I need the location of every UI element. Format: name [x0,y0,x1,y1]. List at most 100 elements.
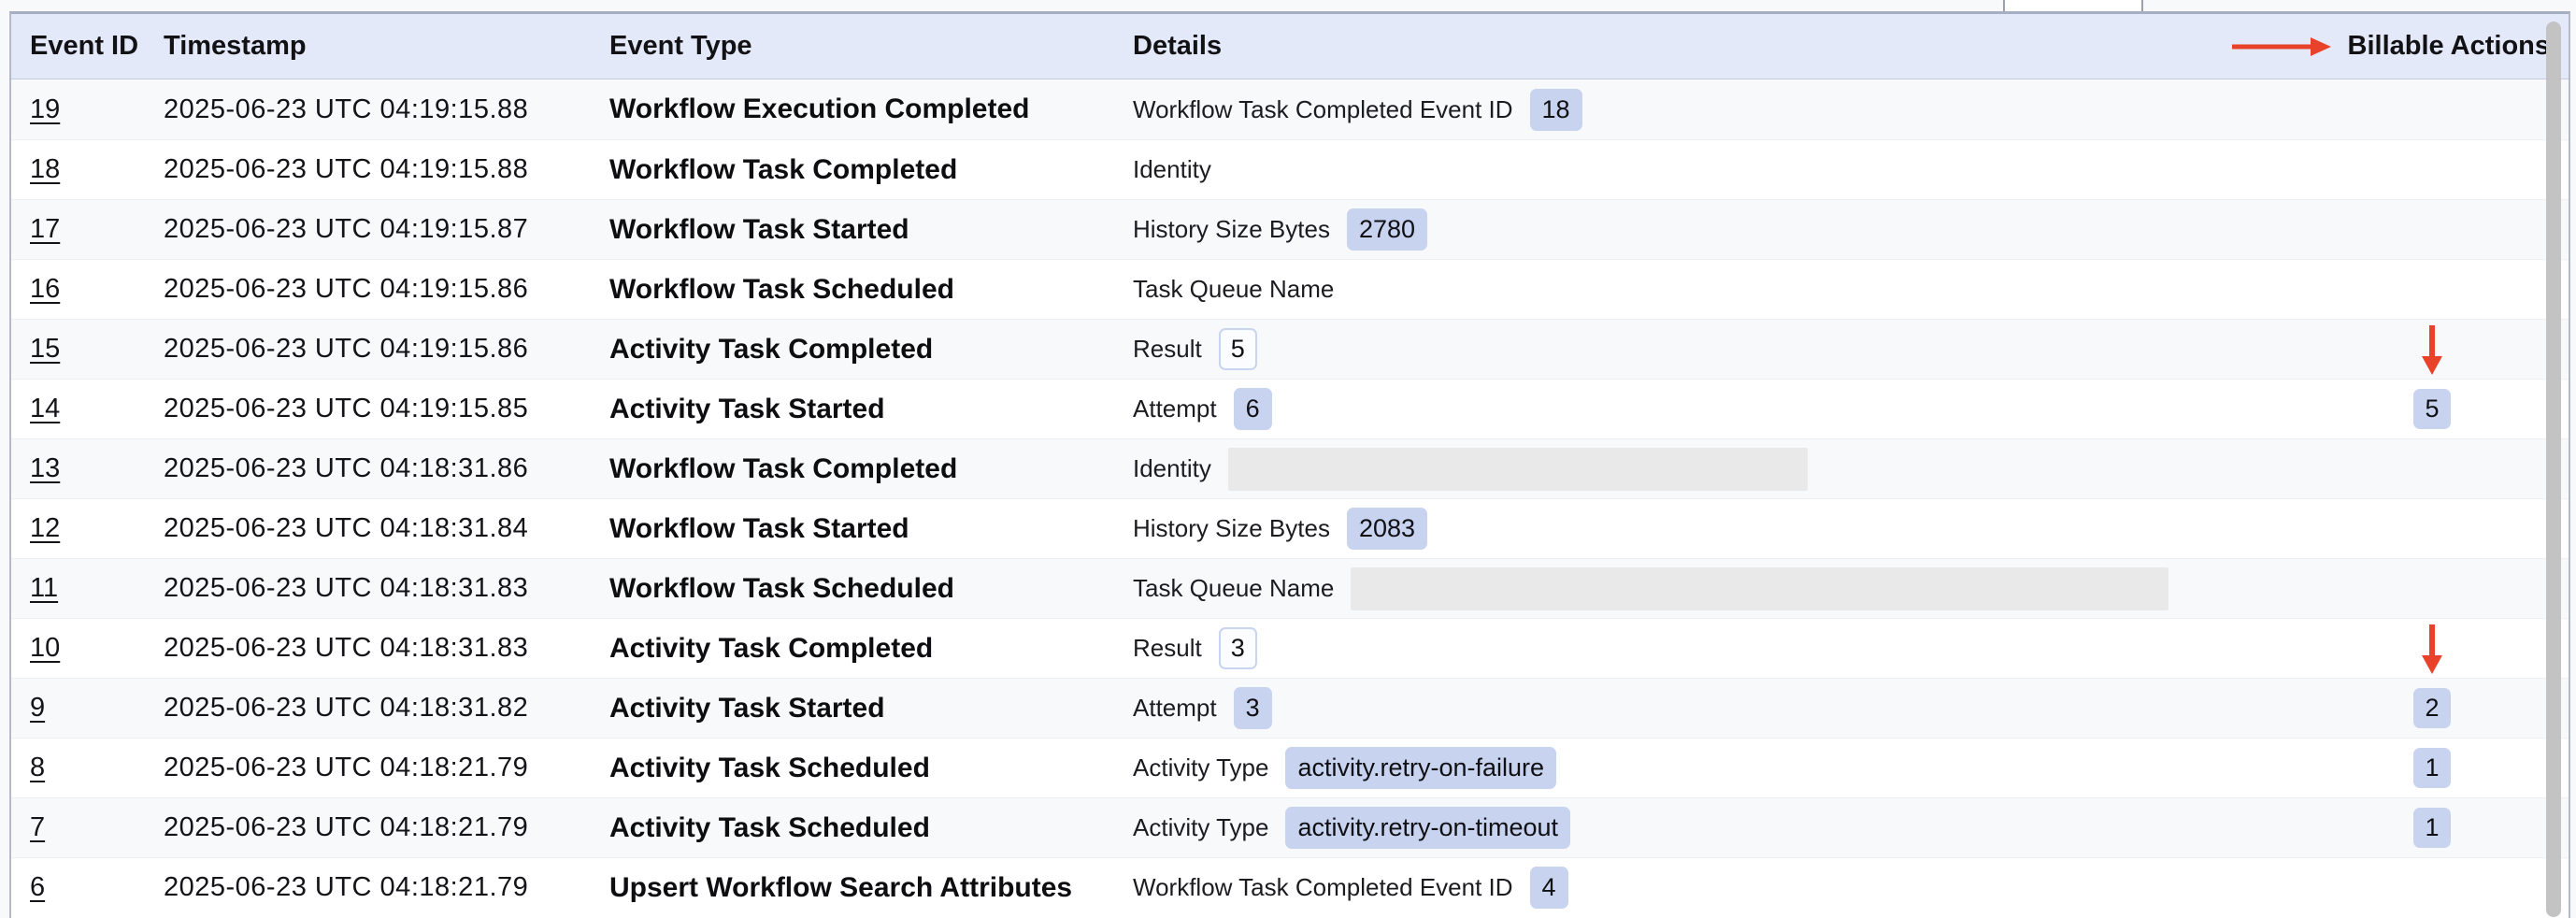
arrow-down-icon [2417,623,2447,675]
detail-value-badge: 5 [1219,328,1257,370]
detail-label: Activity Type [1133,813,1268,842]
table-row[interactable]: 8 2025-06-23 UTC 04:18:21.79 Activity Ta… [11,738,2569,797]
billable-cell: 1 [2320,739,2544,797]
event-type: Workflow Execution Completed [609,93,1030,125]
event-type: Workflow Task Started [609,214,909,246]
detail-label: Result [1133,634,1202,663]
event-id-link[interactable]: 9 [30,693,45,724]
table-row[interactable]: 12 2025-06-23 UTC 04:18:31.84 Workflow T… [11,498,2569,558]
timestamp: 2025-06-23 UTC 04:18:31.86 [164,453,528,484]
table-row[interactable]: 13 2025-06-23 UTC 04:18:31.86 Workflow T… [11,438,2569,498]
timestamp: 2025-06-23 UTC 04:18:21.79 [164,812,528,843]
billable-cell [2320,559,2544,618]
table-row[interactable]: 18 2025-06-23 UTC 04:19:15.88 Workflow T… [11,139,2569,199]
event-type: Workflow Task Scheduled [609,573,954,605]
table-row[interactable]: 11 2025-06-23 UTC 04:18:31.83 Workflow T… [11,558,2569,618]
detail-value-badge: 6 [1234,388,1272,430]
event-history-table: Event ID Timestamp Event Type Details Bi… [9,11,2570,918]
detail-label: Identity [1133,155,1211,184]
detail-label: Task Queue Name [1133,275,1334,304]
billable-cell [2320,439,2544,498]
billable-cell [2320,140,2544,199]
table-row[interactable]: 15 2025-06-23 UTC 04:19:15.86 Activity T… [11,319,2569,379]
timestamp: 2025-06-23 UTC 04:18:31.83 [164,633,528,664]
event-id-link[interactable]: 14 [30,394,60,424]
billable-cell: 2 [2320,679,2544,738]
event-type: Upsert Workflow Search Attributes [609,872,1072,904]
event-id-link[interactable]: 11 [30,573,58,604]
event-id-link[interactable]: 10 [30,633,60,664]
billable-cell [2320,858,2544,917]
detail-value-badge: 18 [1530,89,1582,131]
event-id-link[interactable]: 15 [30,334,60,365]
detail-label: History Size Bytes [1133,215,1330,244]
detail-label: History Size Bytes [1133,514,1330,543]
detail-label: Task Queue Name [1133,574,1334,603]
page-top-strip [0,0,2576,11]
detail-label: Workflow Task Completed Event ID [1133,873,1513,902]
event-id-link[interactable]: 12 [30,513,60,544]
table-row[interactable]: 7 2025-06-23 UTC 04:18:21.79 Activity Ta… [11,797,2569,857]
detail-value-badge: 3 [1219,627,1257,669]
table-row[interactable]: 6 2025-06-23 UTC 04:18:21.79 Upsert Work… [11,857,2569,917]
billable-count-badge: 5 [2413,389,2450,429]
header-billable-actions: Billable Actions [2230,14,2550,79]
redacted-value-block [1228,448,1808,491]
billable-count-badge: 1 [2413,808,2450,848]
timestamp: 2025-06-23 UTC 04:18:21.79 [164,753,528,783]
timestamp: 2025-06-23 UTC 04:19:15.87 [164,214,528,245]
detail-value-badge: activity.retry-on-failure [1285,747,1556,789]
timestamp: 2025-06-23 UTC 04:18:21.79 [164,872,528,903]
billable-cell [2320,200,2544,259]
detail-value-badge: 3 [1234,687,1272,729]
event-id-link[interactable]: 18 [30,154,60,185]
billable-cell [2320,619,2544,678]
event-type: Workflow Task Completed [609,453,957,485]
timestamp: 2025-06-23 UTC 04:18:31.84 [164,513,528,544]
arrow-right-icon [2230,34,2333,60]
detail-label: Identity [1133,454,1211,483]
event-id-link[interactable]: 13 [30,453,60,484]
event-id-link[interactable]: 17 [30,214,60,245]
event-id-link[interactable]: 7 [30,812,45,843]
event-type: Activity Task Completed [609,334,933,366]
event-type: Activity Task Started [609,394,885,425]
timestamp: 2025-06-23 UTC 04:19:15.88 [164,94,528,125]
detail-value-badge: 4 [1530,867,1568,909]
table-header-row: Event ID Timestamp Event Type Details Bi… [11,14,2569,79]
billable-count-badge: 2 [2413,688,2450,728]
event-id-link[interactable]: 16 [30,274,60,305]
detail-label: Result [1133,335,1202,364]
table-row[interactable]: 14 2025-06-23 UTC 04:19:15.85 Activity T… [11,379,2569,438]
event-type: Activity Task Completed [609,633,933,665]
table-row[interactable]: 19 2025-06-23 UTC 04:19:15.88 Workflow E… [11,79,2569,139]
billable-count-badge: 1 [2413,748,2450,788]
cutoff-control-above-table[interactable] [2003,0,2143,11]
timestamp: 2025-06-23 UTC 04:19:15.85 [164,394,528,424]
event-type: Activity Task Scheduled [609,753,930,784]
event-id-link[interactable]: 8 [30,753,45,783]
table-row[interactable]: 9 2025-06-23 UTC 04:18:31.82 Activity Ta… [11,678,2569,738]
event-id-link[interactable]: 19 [30,94,60,125]
event-type: Workflow Task Scheduled [609,274,954,306]
timestamp: 2025-06-23 UTC 04:18:31.83 [164,573,528,604]
billable-cell: 5 [2320,380,2544,438]
header-event-type: Event Type [609,14,1119,79]
header-billable-actions-label: Billable Actions [2348,31,2550,62]
header-event-id: Event ID [30,14,151,79]
detail-label: Attempt [1133,694,1217,723]
table-row[interactable]: 17 2025-06-23 UTC 04:19:15.87 Workflow T… [11,199,2569,259]
timestamp: 2025-06-23 UTC 04:18:31.82 [164,693,528,724]
table-row[interactable]: 10 2025-06-23 UTC 04:18:31.83 Activity T… [11,618,2569,678]
billable-cell [2320,260,2544,319]
event-type: Activity Task Started [609,693,885,724]
event-type: Workflow Task Completed [609,154,957,186]
billable-cell [2320,79,2544,139]
timestamp: 2025-06-23 UTC 04:19:15.86 [164,334,528,365]
detail-label: Workflow Task Completed Event ID [1133,95,1513,124]
event-type: Workflow Task Started [609,513,909,545]
scrollbar-thumb[interactable] [2546,22,2561,917]
table-row[interactable]: 16 2025-06-23 UTC 04:19:15.86 Workflow T… [11,259,2569,319]
event-id-link[interactable]: 6 [30,872,45,903]
billable-cell: 1 [2320,798,2544,857]
